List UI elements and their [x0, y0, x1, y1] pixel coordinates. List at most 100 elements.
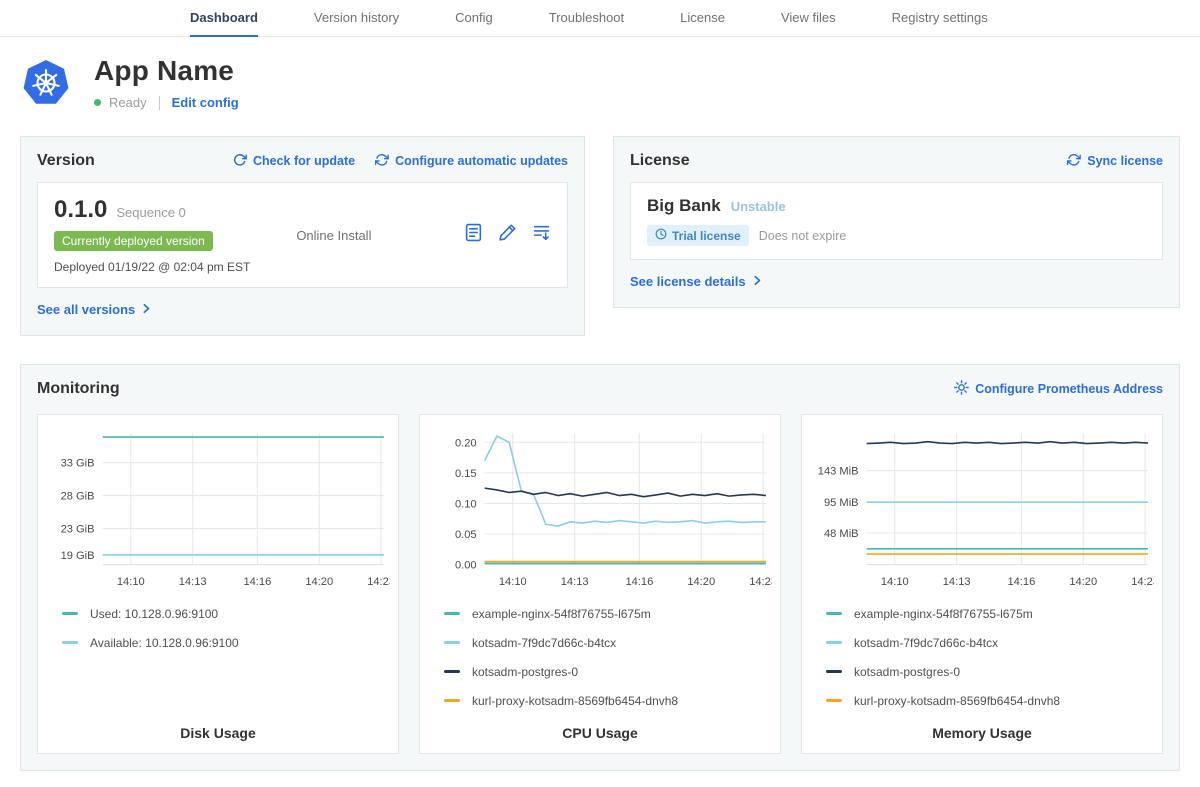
legend-label: kotsadm-postgres-0 — [854, 665, 960, 679]
clock-icon — [655, 228, 667, 243]
license-channel: Unstable — [731, 199, 786, 214]
current-version-panel: 0.1.0 Sequence 0 Currently deployed vers… — [37, 182, 568, 288]
deployed-status-badge: Currently deployed version — [54, 231, 213, 251]
cpu-usage-plot: 14:1014:1314:1614:2014:230.200.150.100.0… — [428, 425, 772, 595]
memory-usage-plot: 14:1014:1314:1614:2014:23143 MiB95 MiB48… — [810, 425, 1154, 595]
legend-label: Used: 10.128.0.96:9100 — [90, 607, 218, 621]
trial-license-badge: Trial license — [647, 225, 749, 246]
license-panel: Big Bank Unstable Trial license Does not… — [630, 182, 1163, 260]
chevron-right-icon — [141, 302, 151, 317]
svg-text:23 GiB: 23 GiB — [61, 523, 95, 535]
legend-color-dash — [826, 612, 842, 615]
check-for-update-label: Check for update — [253, 154, 355, 168]
configure-automatic-updates-link[interactable]: Configure automatic updates — [375, 153, 568, 170]
chart-title: Disk Usage — [46, 711, 390, 741]
legend-label: kurl-proxy-kotsadm-8569fb6454-dnvh8 — [854, 694, 1060, 708]
legend-item: example-nginx-54f8f76755-l675m — [444, 607, 756, 621]
chart-title: CPU Usage — [428, 711, 772, 741]
svg-text:28 GiB: 28 GiB — [61, 491, 95, 503]
svg-text:14:16: 14:16 — [243, 576, 271, 588]
legend-label: Available: 10.128.0.96:9100 — [90, 636, 239, 650]
legend-item: Used: 10.128.0.96:9100 — [62, 607, 374, 621]
svg-text:0.05: 0.05 — [455, 529, 477, 541]
svg-text:14:13: 14:13 — [561, 576, 589, 588]
svg-text:14:20: 14:20 — [1069, 576, 1097, 588]
configure-prometheus-label: Configure Prometheus Address — [975, 382, 1163, 396]
svg-text:33 GiB: 33 GiB — [61, 458, 95, 470]
svg-text:14:10: 14:10 — [881, 576, 909, 588]
license-customer-name: Big Bank — [647, 196, 721, 216]
page-title: App Name — [94, 55, 239, 87]
deploy-logs-icon[interactable] — [532, 223, 551, 247]
config-edit-icon[interactable] — [498, 223, 517, 247]
divider — [159, 96, 160, 110]
configure-prometheus-link[interactable]: Configure Prometheus Address — [954, 380, 1163, 398]
configure-automatic-updates-label: Configure automatic updates — [395, 154, 568, 168]
svg-text:14:23: 14:23 — [367, 576, 390, 588]
license-card: License Sync license Big Bank Unstable — [613, 136, 1180, 308]
svg-text:14:23: 14:23 — [1131, 576, 1154, 588]
check-for-update-link[interactable]: Check for update — [233, 153, 355, 170]
tab-registry-settings[interactable]: Registry settings — [892, 0, 988, 37]
cpu-usage-chart-card: 14:1014:1314:1614:2014:230.200.150.100.0… — [419, 414, 781, 754]
svg-text:0.00: 0.00 — [455, 560, 477, 572]
tab-dashboard[interactable]: Dashboard — [190, 0, 258, 37]
see-all-versions-link[interactable]: See all versions — [37, 302, 151, 317]
legend-label: kotsadm-postgres-0 — [472, 665, 578, 679]
install-type-label: Online Install — [296, 228, 371, 243]
legend-color-dash — [444, 612, 460, 615]
legend-item: kotsadm-7f9dc7d66c-b4tcx — [444, 636, 756, 650]
app-status-text: Ready — [109, 95, 147, 110]
svg-text:14:10: 14:10 — [499, 576, 527, 588]
tab-view-files[interactable]: View files — [781, 0, 836, 37]
legend-color-dash — [444, 699, 460, 702]
tab-version-history[interactable]: Version history — [314, 0, 399, 37]
legend-color-dash — [62, 641, 78, 644]
tab-troubleshoot[interactable]: Troubleshoot — [549, 0, 624, 37]
trial-license-label: Trial license — [672, 229, 741, 243]
svg-text:14:13: 14:13 — [943, 576, 971, 588]
version-sequence: Sequence 0 — [116, 205, 185, 220]
legend-color-dash — [444, 641, 460, 644]
ready-status-dot — [94, 99, 101, 106]
sync-license-link[interactable]: Sync license — [1067, 153, 1163, 170]
release-notes-icon[interactable] — [464, 223, 483, 247]
legend-label: example-nginx-54f8f76755-l675m — [854, 607, 1033, 621]
auto-update-icon — [375, 153, 389, 170]
svg-text:19 GiB: 19 GiB — [61, 550, 95, 562]
legend-item: example-nginx-54f8f76755-l675m — [826, 607, 1138, 621]
edit-config-link[interactable]: Edit config — [172, 95, 239, 110]
sync-icon — [1067, 153, 1081, 170]
svg-text:0.15: 0.15 — [455, 468, 477, 480]
legend-color-dash — [62, 612, 78, 615]
svg-text:0.10: 0.10 — [455, 498, 477, 510]
monitoring-title: Monitoring — [37, 380, 120, 398]
legend-label: kotsadm-7f9dc7d66c-b4tcx — [854, 636, 998, 650]
svg-text:0.20: 0.20 — [455, 437, 477, 449]
legend-color-dash — [826, 699, 842, 702]
svg-text:14:16: 14:16 — [625, 576, 653, 588]
sync-license-label: Sync license — [1087, 154, 1163, 168]
legend-label: kotsadm-7f9dc7d66c-b4tcx — [472, 636, 616, 650]
refresh-icon — [233, 153, 247, 170]
cpu-usage-legend: example-nginx-54f8f76755-l675m kotsadm-7f… — [428, 595, 772, 708]
top-nav: Dashboard Version history Config Trouble… — [0, 0, 1200, 37]
legend-item: kurl-proxy-kotsadm-8569fb6454-dnvh8 — [826, 694, 1138, 708]
version-info: 0.1.0 Sequence 0 Currently deployed vers… — [54, 196, 250, 274]
see-license-details-link[interactable]: See license details — [630, 274, 762, 289]
tab-license[interactable]: License — [680, 0, 725, 37]
tab-config[interactable]: Config — [455, 0, 493, 37]
svg-text:14:13: 14:13 — [179, 576, 207, 588]
legend-color-dash — [444, 670, 460, 673]
legend-item: kurl-proxy-kotsadm-8569fb6454-dnvh8 — [444, 694, 756, 708]
legend-label: kurl-proxy-kotsadm-8569fb6454-dnvh8 — [472, 694, 678, 708]
license-expiry: Does not expire — [759, 229, 847, 243]
svg-text:14:10: 14:10 — [117, 576, 145, 588]
disk-usage-plot: 14:1014:1314:1614:2014:2333 GiB28 GiB23 … — [46, 425, 390, 595]
svg-text:95 MiB: 95 MiB — [824, 497, 859, 509]
legend-label: example-nginx-54f8f76755-l675m — [472, 607, 651, 621]
see-license-details-label: See license details — [630, 274, 746, 289]
app-header: App Name Ready Edit config — [22, 55, 1178, 110]
disk-usage-legend: Used: 10.128.0.96:9100 Available: 10.128.… — [46, 595, 390, 650]
gear-icon — [954, 380, 969, 398]
